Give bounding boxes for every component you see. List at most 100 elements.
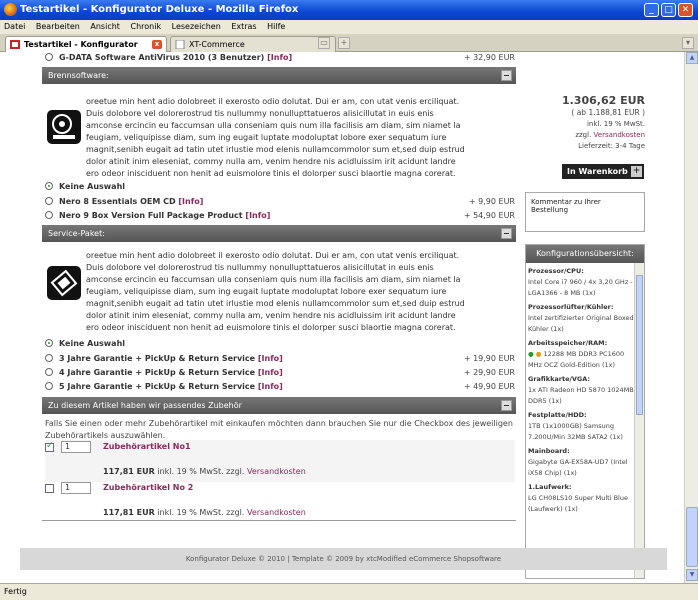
info-link[interactable]: [Info]	[258, 368, 283, 377]
collapse-icon[interactable]	[501, 70, 512, 81]
accessory-tax: inkl. 19 % MwSt. zzgl.	[157, 467, 245, 476]
remove-icon[interactable]: ●	[536, 350, 542, 358]
config-heading: Festplatte/HDD:	[528, 411, 587, 419]
radio-button[interactable]	[45, 182, 53, 190]
comment-label: Kommentar zu Ihrer Bestellung	[531, 198, 601, 214]
tab-label: XT-Commerce	[189, 40, 245, 49]
section-title: Brennsoftware:	[48, 71, 109, 80]
radio-button[interactable]	[45, 197, 53, 205]
config-heading: Mainboard:	[528, 447, 570, 455]
option-label: 4 Jahre Garantie + PickUp & Return Servi…	[59, 368, 256, 377]
scroll-down-icon[interactable]: ▼	[686, 569, 698, 581]
option-garantie-4[interactable]: 4 Jahre Garantie + PickUp & Return Servi…	[45, 367, 515, 378]
quantity-input[interactable]: 1	[61, 441, 91, 453]
info-link[interactable]: [Info]	[245, 211, 270, 220]
config-overview-title: Konfigurationsübersicht:	[526, 245, 644, 263]
tab-testartikel[interactable]: Testartikel - Konfigurator Deluxe x	[5, 36, 167, 64]
option-garantie-5[interactable]: 5 Jahre Garantie + PickUp & Return Servi…	[45, 381, 515, 392]
accessory-name[interactable]: Zubehörartikel No1	[103, 442, 191, 451]
minimize-button[interactable]: _	[644, 3, 659, 17]
shipping-link[interactable]: Versandkosten	[247, 467, 306, 476]
section-title: Zu diesem Artikel haben wir passendes Zu…	[48, 401, 242, 410]
shipping-link[interactable]: Versandkosten	[594, 131, 645, 139]
tab-xt-commerce[interactable]: XT-Commerce	[170, 36, 336, 52]
menu-datei[interactable]: Datei	[4, 22, 25, 31]
tab-close-icon[interactable]: x	[152, 40, 162, 49]
config-scrollbar[interactable]	[634, 263, 644, 578]
option-price: + 49,90 EUR	[463, 382, 515, 391]
menu-chronik[interactable]: Chronik	[130, 22, 161, 31]
radio-button[interactable]	[45, 53, 53, 61]
window-titlebar: Testartikel - Konfigurator Deluxe - Mozi…	[0, 0, 698, 20]
radio-button[interactable]	[45, 368, 53, 376]
tab-list-dropdown-icon[interactable]: ▾	[682, 37, 694, 49]
quantity-input[interactable]: 1	[61, 482, 91, 494]
info-link[interactable]: [Info]	[178, 197, 203, 206]
add-to-cart-button[interactable]: In Warenkorb +	[562, 164, 644, 179]
page-scrollbar[interactable]: ▲ ▼	[684, 52, 698, 583]
config-value: 1TB (1x1000GB) Samsung 7.200U/Min 32MB S…	[528, 422, 623, 441]
new-tab-icon[interactable]: +	[338, 37, 350, 49]
radio-button[interactable]	[45, 382, 53, 390]
config-heading: Prozessor/CPU:	[528, 267, 584, 275]
option-label: Keine Auswahl	[59, 182, 126, 191]
section-header-service[interactable]: Service-Paket:	[42, 225, 516, 242]
maximize-button[interactable]: □	[661, 3, 676, 17]
config-overview: Konfigurationsübersicht: Prozessor/CPU: …	[525, 244, 645, 579]
menu-hilfe[interactable]: Hilfe	[267, 22, 285, 31]
option-label: 5 Jahre Garantie + PickUp & Return Servi…	[59, 382, 256, 391]
status-bar: Fertig	[0, 583, 698, 600]
menu-bearbeiten[interactable]: Bearbeiten	[36, 22, 80, 31]
tab-bar: Testartikel - Konfigurator Deluxe x XT-C…	[0, 34, 698, 64]
collapse-icon[interactable]	[501, 400, 512, 411]
info-link[interactable]: [Info]	[267, 53, 292, 62]
accessory-price-line: 117,81 EUR inkl. 19 % MwSt. zzgl. Versan…	[103, 467, 306, 476]
info-link[interactable]: [Info]	[258, 382, 283, 391]
menu-extras[interactable]: Extras	[231, 22, 256, 31]
radio-button[interactable]	[45, 339, 53, 347]
close-button[interactable]: ✕	[678, 3, 693, 17]
info-link[interactable]: [Info]	[258, 354, 283, 363]
cart-button-label: In Warenkorb	[567, 167, 628, 176]
tab-list-icon[interactable]: ▭	[318, 37, 330, 49]
option-nero8[interactable]: Nero 8 Essentials OEM CD [Info] + 9,90 E…	[45, 196, 515, 207]
shipping-prefix: zzgl.	[575, 131, 592, 139]
window-title: Testartikel - Konfigurator Deluxe - Mozi…	[20, 4, 299, 15]
config-value: 12288 MB DDR3 PC1600 MHz OCZ Gold-Editio…	[528, 350, 625, 369]
accessory-name[interactable]: Zubehörartikel No 2	[103, 483, 193, 492]
service-package-icon	[47, 266, 81, 300]
section-divider	[42, 520, 516, 521]
section-header-zubehoer[interactable]: Zu diesem Artikel haben wir passendes Zu…	[42, 397, 516, 414]
accessory-price: 117,81 EUR	[103, 508, 155, 517]
radio-button[interactable]	[45, 211, 53, 219]
config-value: Intel Core i7 960 / 4x 3,20 GHz - LGA136…	[528, 278, 633, 297]
option-garantie-3[interactable]: 3 Jahre Garantie + PickUp & Return Servi…	[45, 353, 515, 364]
option-service-keine[interactable]: Keine Auswahl	[45, 338, 515, 349]
scroll-thumb[interactable]	[686, 507, 698, 567]
shipping-link[interactable]: Versandkosten	[247, 508, 306, 517]
service-description: oreetue min hent adio dolobreet il exero…	[86, 251, 465, 332]
add-icon[interactable]: ●	[528, 350, 534, 358]
page-icon	[175, 40, 185, 49]
radio-button[interactable]	[45, 354, 53, 362]
menu-ansicht[interactable]: Ansicht	[90, 22, 120, 31]
config-heading: Arbeitsspeicher/RAM:	[528, 339, 608, 347]
option-gdata[interactable]: G-DATA Software AntiVirus 2010 (3 Benutz…	[45, 52, 515, 63]
comment-box[interactable]: Kommentar zu Ihrer Bestellung	[525, 192, 645, 232]
option-price: + 9,90 EUR	[468, 197, 515, 206]
option-brenn-keine[interactable]: Keine Auswahl	[45, 181, 515, 192]
collapse-icon[interactable]	[501, 228, 512, 239]
accessory-checkbox[interactable]	[45, 484, 54, 493]
section-header-brennsoftware[interactable]: Brennsoftware:	[42, 67, 516, 84]
site-favicon-icon	[10, 40, 20, 49]
accessory-checkbox[interactable]	[45, 441, 54, 452]
zubehoer-intro: Falls Sie einen oder mehr Zubehörartikel…	[45, 419, 513, 440]
option-price: + 54,90 EUR	[463, 211, 515, 220]
option-label: Nero 8 Essentials OEM CD	[59, 197, 176, 206]
menu-lesezeichen[interactable]: Lesezeichen	[172, 22, 221, 31]
option-nero9[interactable]: Nero 9 Box Version Full Package Product …	[45, 210, 515, 221]
brennsoftware-description: oreetue min hent adio dolobreet il exero…	[86, 97, 465, 178]
scroll-up-icon[interactable]: ▲	[686, 52, 698, 64]
option-label: Keine Auswahl	[59, 339, 126, 348]
config-scroll-thumb[interactable]	[636, 275, 643, 415]
